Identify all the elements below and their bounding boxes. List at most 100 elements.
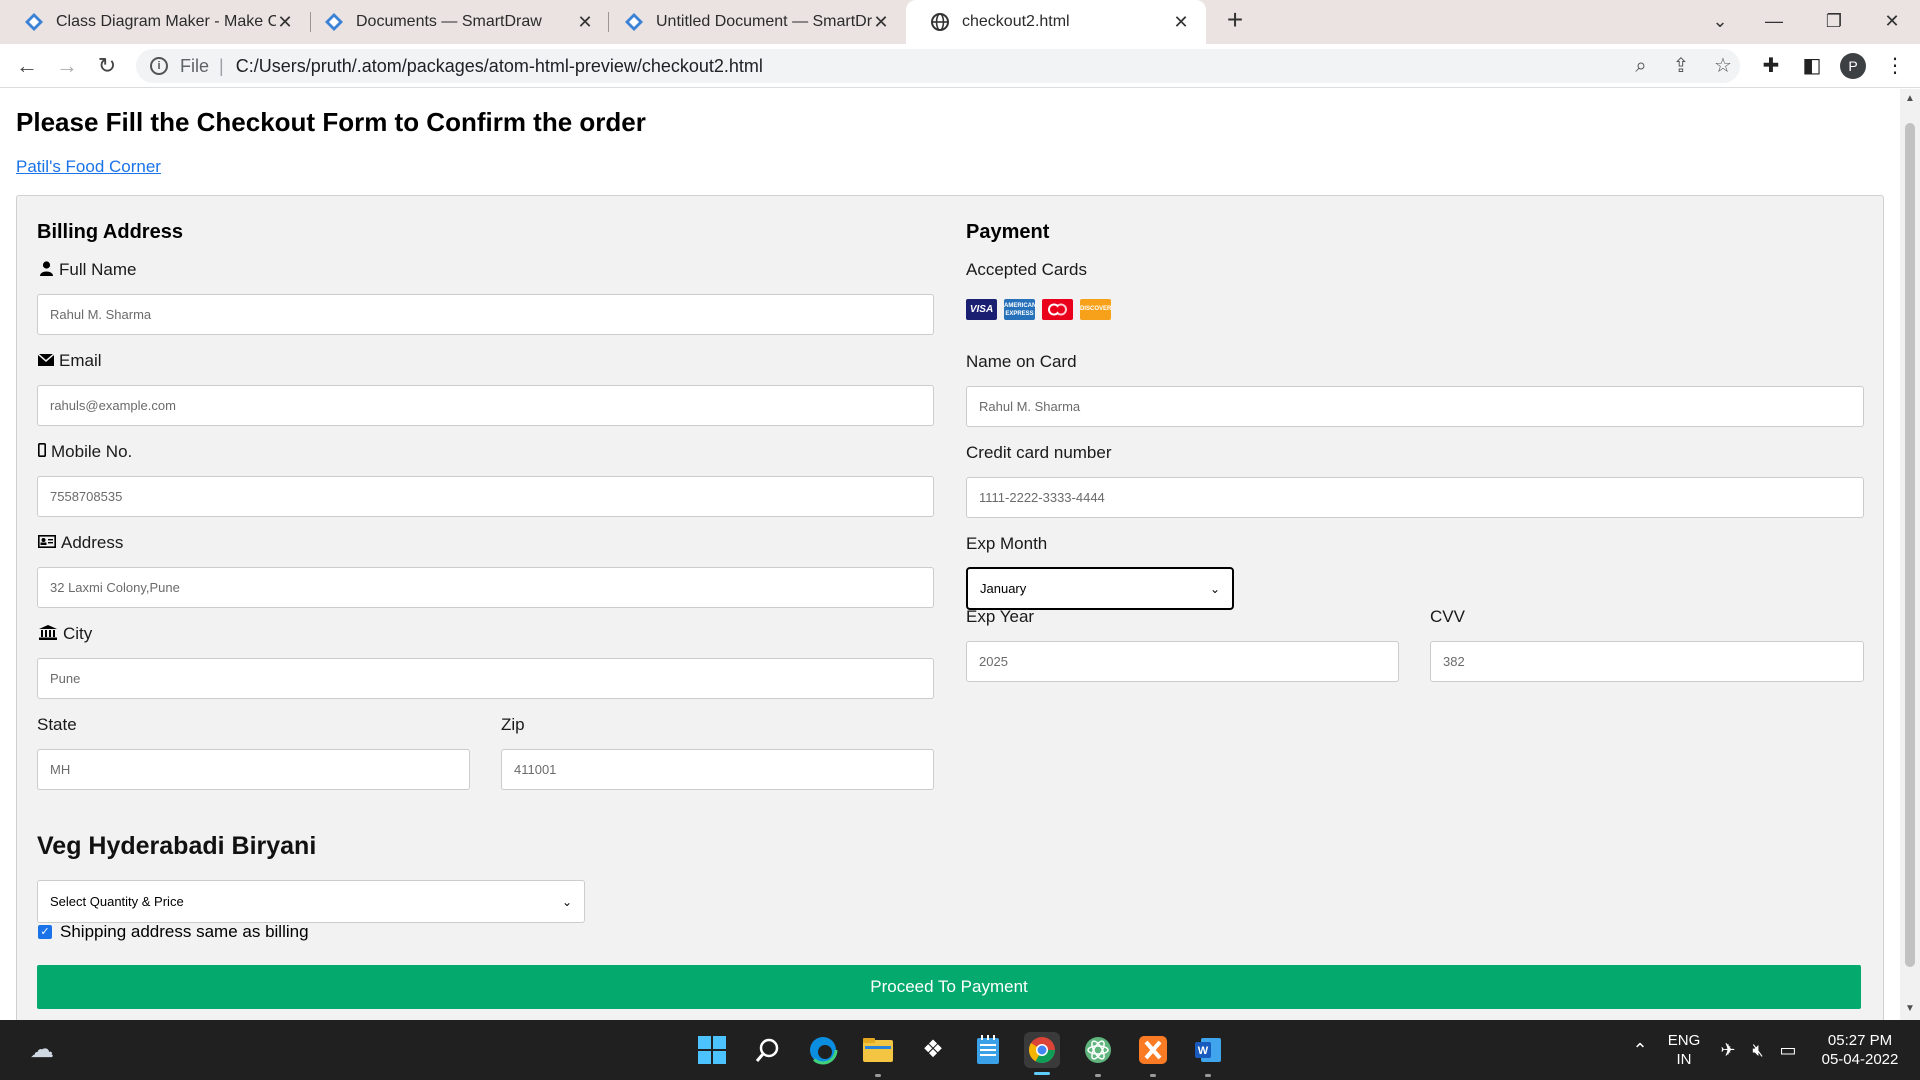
scroll-down-arrow-icon[interactable]: ▼	[1904, 1003, 1916, 1014]
browser-menu-icon[interactable]: ⋮	[1880, 51, 1910, 81]
xampp-icon[interactable]	[1135, 1032, 1171, 1068]
email-input[interactable]	[37, 385, 934, 426]
mobile-label: Mobile No.	[37, 442, 132, 462]
payment-heading: Payment	[966, 221, 1050, 243]
url-scheme: File	[180, 55, 210, 76]
zoom-icon[interactable]: ⌕	[1626, 51, 1656, 81]
email-label-text: Email	[59, 351, 102, 370]
clock-time: 05:27 PM	[1827, 1032, 1893, 1049]
volume-muted-icon[interactable]: 🔇︎	[1746, 1038, 1770, 1062]
exp-month-value: January	[980, 581, 1027, 596]
card-number-input[interactable]	[966, 477, 1864, 518]
zip-label: Zip	[501, 715, 525, 734]
forward-arrow-icon[interactable]: →	[52, 51, 82, 81]
word-icon[interactable]: W	[1190, 1032, 1226, 1068]
state-input[interactable]	[37, 749, 470, 790]
scroll-up-arrow-icon[interactable]: ▲	[1904, 93, 1916, 104]
tab-search-chevron-icon[interactable]: ⌄	[1700, 6, 1740, 36]
info-icon[interactable]: i	[150, 57, 168, 75]
clock-date: 05-04-2022	[1821, 1051, 1899, 1068]
tab-checkout2[interactable]: checkout2.html ✕	[906, 0, 1206, 44]
language-bottom: IN	[1676, 1051, 1692, 1068]
tab-title: Documents — SmartDraw	[356, 13, 542, 30]
cvv-input[interactable]	[1430, 641, 1864, 682]
back-arrow-icon[interactable]: ←	[12, 51, 42, 81]
shipping-same-label: Shipping address same as billing	[60, 922, 309, 941]
chrome-icon[interactable]	[1024, 1032, 1060, 1068]
tab-title: Untitled Document — SmartDraw	[656, 13, 872, 30]
svg-text:W: W	[1198, 1045, 1209, 1057]
airplane-mode-icon[interactable]: ✈	[1716, 1038, 1740, 1062]
address-bar[interactable]: i File | C:/Users/pruth/.atom/packages/a…	[136, 49, 1740, 83]
mobile-label-text: Mobile No.	[51, 442, 133, 461]
weather-cloud-icon[interactable]: ☁	[24, 1032, 60, 1068]
globe-icon	[931, 13, 949, 31]
clock[interactable]: 05:27 PM 05-04-2022	[1810, 1020, 1910, 1080]
extensions-puzzle-icon[interactable]: ✚	[1756, 51, 1786, 81]
file-explorer-icon[interactable]	[860, 1032, 896, 1068]
running-indicator	[1205, 1074, 1211, 1077]
accepted-cards: VISA AMERICAN EXPRESS DISCOVER	[966, 299, 1111, 320]
full-name-label-text: Full Name	[59, 260, 137, 279]
atom-editor-icon[interactable]	[1080, 1032, 1116, 1068]
close-icon[interactable]: ✕	[872, 12, 890, 33]
tab-title: checkout2.html	[962, 13, 1070, 30]
shipping-same-checkbox[interactable]: ✓	[38, 925, 52, 939]
city-label-text: City	[63, 624, 93, 643]
full-name-input[interactable]	[37, 294, 934, 335]
language-top: ENG	[1667, 1032, 1701, 1049]
email-label: Email	[37, 351, 102, 371]
notepad-icon[interactable]	[970, 1032, 1006, 1068]
shipping-same-row[interactable]: ✓ Shipping address same as billing	[38, 922, 309, 942]
tab-untitled-document[interactable]: Untitled Document — SmartDraw ✕	[600, 0, 906, 44]
share-icon[interactable]: ⇪	[1666, 51, 1696, 81]
chevron-up-icon[interactable]: ⌃	[1628, 1038, 1652, 1062]
active-app-indicator	[1034, 1072, 1050, 1075]
exp-year-input[interactable]	[966, 641, 1399, 682]
bookmark-star-icon[interactable]: ☆	[1708, 51, 1738, 81]
minimize-button[interactable]: —	[1754, 6, 1794, 36]
side-panel-icon[interactable]: ◧	[1797, 51, 1827, 81]
profile-avatar[interactable]: P	[1840, 53, 1866, 79]
exp-month-label: Exp Month	[966, 534, 1048, 553]
name-on-card-label: Name on Card	[966, 352, 1077, 371]
language-indicator[interactable]: ENG IN	[1664, 1020, 1704, 1080]
smartdraw-icon	[325, 13, 343, 31]
city-input[interactable]	[37, 658, 934, 699]
mobile-input[interactable]	[37, 476, 934, 517]
chevron-down-icon: ⌄	[561, 894, 572, 909]
quantity-price-select[interactable]: Select Quantity & Price ⌄	[37, 880, 585, 923]
tab-documents-smartdraw[interactable]: Documents — SmartDraw ✕	[300, 0, 610, 44]
close-icon[interactable]: ✕	[576, 12, 594, 33]
tab-title: Class Diagram Maker - Make Class Diagram…	[56, 13, 276, 30]
new-tab-button[interactable]: +	[1220, 6, 1250, 36]
discover-card-icon: DISCOVER	[1080, 299, 1111, 320]
reload-icon[interactable]: ↻	[92, 51, 122, 81]
mastercard-icon	[1042, 299, 1073, 320]
battery-icon[interactable]: ▭	[1776, 1038, 1800, 1062]
name-on-card-input[interactable]	[966, 386, 1864, 427]
page-title: Please Fill the Checkout Form to Confirm…	[16, 107, 646, 137]
address-input[interactable]	[37, 567, 934, 608]
edge-browser-icon[interactable]	[805, 1032, 841, 1068]
scrollbar-thumb[interactable]	[1905, 123, 1915, 967]
institution-icon	[37, 624, 59, 644]
running-indicator	[1150, 1074, 1156, 1077]
url-text[interactable]: C:/Users/pruth/.atom/packages/atom-html-…	[236, 56, 763, 77]
envelope-icon	[37, 352, 55, 370]
exp-month-select[interactable]: January ⌄	[966, 567, 1234, 610]
start-windows-icon[interactable]	[694, 1032, 730, 1068]
brand-link[interactable]: Patil's Food Corner	[16, 157, 161, 177]
page-scrollbar[interactable]: ▲ ▼	[1900, 89, 1920, 1020]
tab-class-diagram-maker[interactable]: Class Diagram Maker - Make Class Diagram…	[0, 0, 310, 44]
dropbox-icon[interactable]: ❖	[915, 1032, 951, 1068]
close-icon[interactable]: ✕	[1172, 12, 1190, 33]
window-close-button[interactable]: ✕	[1872, 6, 1912, 36]
search-icon[interactable]	[750, 1032, 786, 1068]
mobile-icon	[37, 443, 47, 461]
close-icon[interactable]: ✕	[276, 12, 294, 33]
restore-button[interactable]: ❐	[1814, 6, 1854, 36]
page-viewport: Please Fill the Checkout Form to Confirm…	[0, 89, 1900, 1020]
zip-input[interactable]	[501, 749, 934, 790]
proceed-to-payment-button[interactable]: Proceed To Payment	[37, 965, 1861, 1009]
